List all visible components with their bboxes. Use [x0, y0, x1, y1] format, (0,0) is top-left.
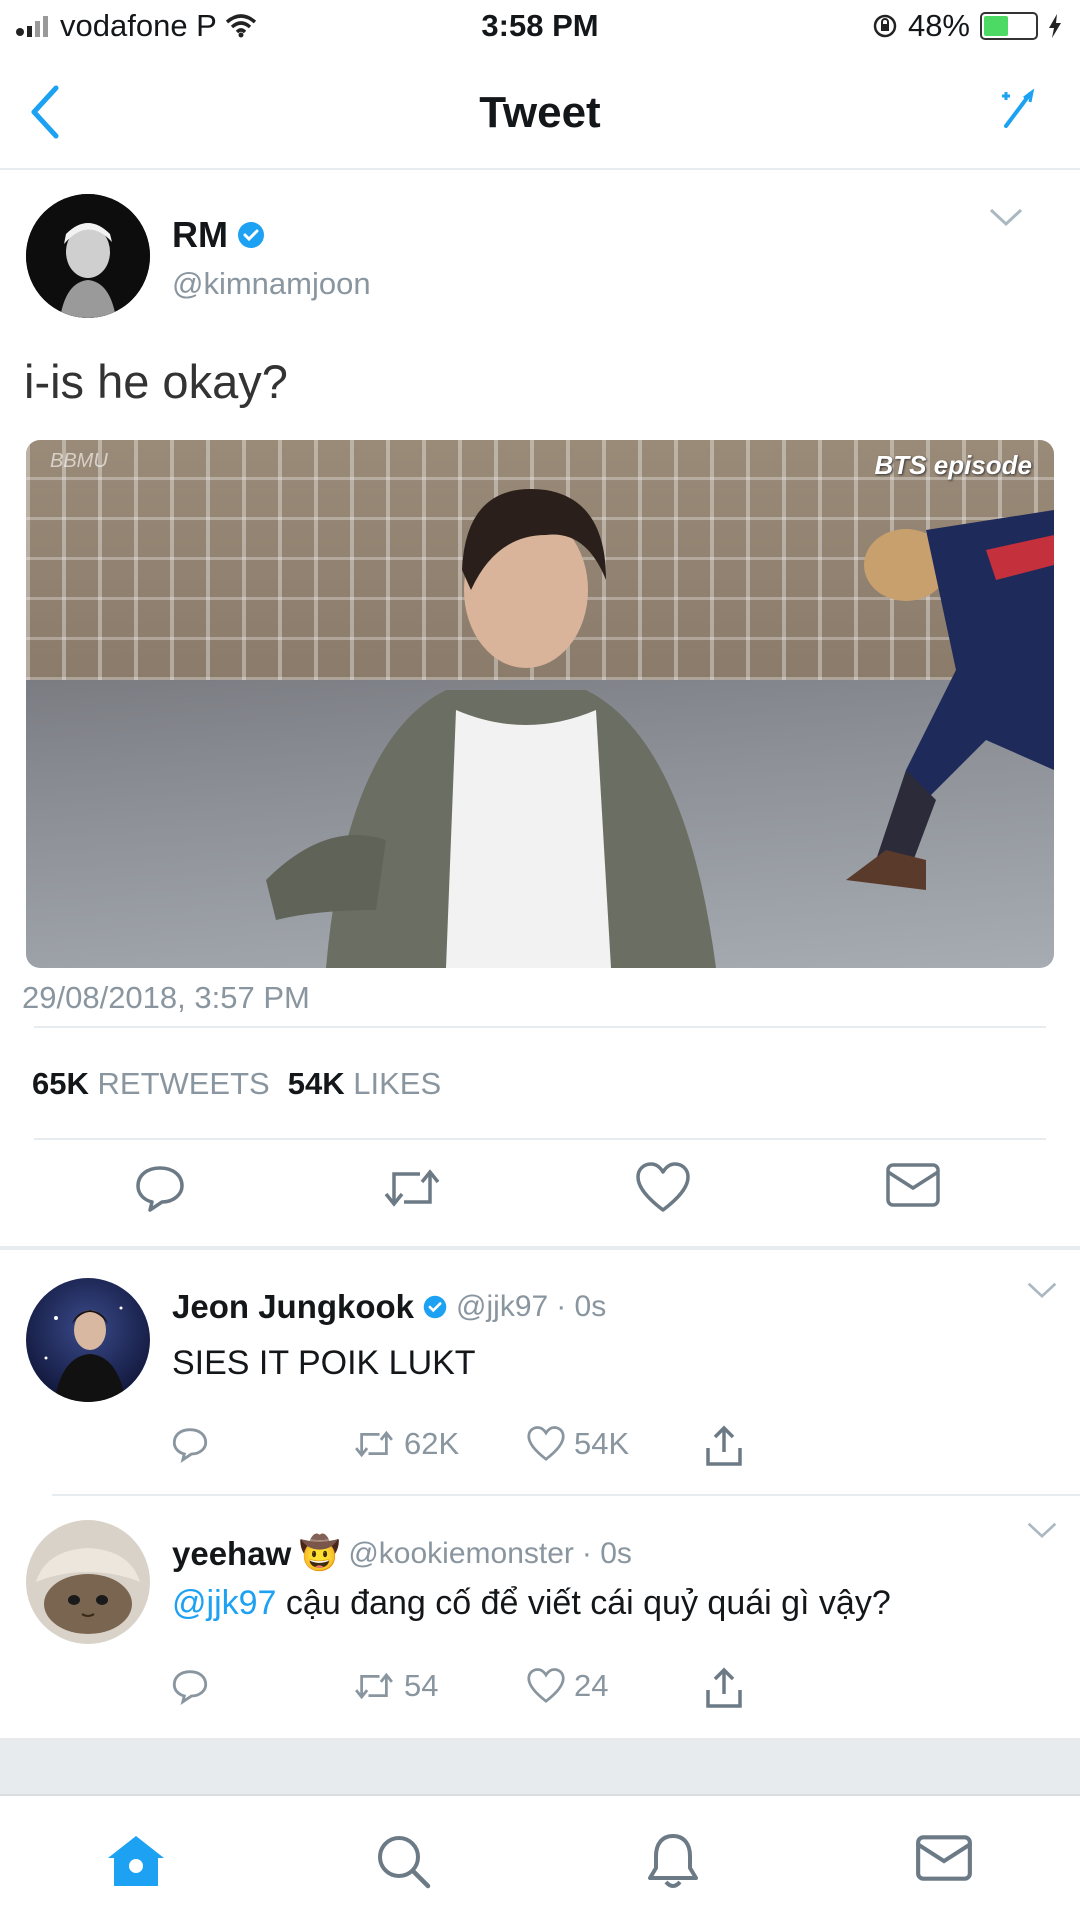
retweet-icon	[384, 1169, 440, 1207]
envelope-icon	[886, 1163, 940, 1207]
avatar-portrait	[26, 1278, 150, 1402]
reply-icon	[136, 1166, 184, 1212]
reply-actions: 62K 54K	[0, 1424, 1080, 1474]
battery-percent: 48%	[907, 8, 970, 43]
compose-icon	[1002, 88, 1035, 128]
reply-actions: 54 24	[0, 1666, 1080, 1716]
tweet-timestamp: 29/08/2018, 3:57 PM	[22, 980, 310, 1015]
reply-author-name[interactable]: yeehaw	[172, 1535, 291, 1573]
like-count: 54K	[574, 1426, 630, 1461]
tab-messages[interactable]	[914, 1832, 974, 1884]
avatar-portrait	[26, 1520, 150, 1644]
heart-icon	[527, 1426, 565, 1461]
tweet-options-button[interactable]	[988, 206, 1024, 228]
search-icon	[378, 1836, 431, 1889]
chevron-down-icon	[1027, 1522, 1057, 1539]
reply-author-handle[interactable]: @kookiemonster	[348, 1537, 574, 1571]
share-icon	[706, 1667, 742, 1708]
like-button[interactable]: 24	[526, 1666, 608, 1706]
reply-icon	[172, 1428, 208, 1463]
charging-icon	[1049, 14, 1061, 38]
reply-text: @jjk97 cậu đang cố để viết cái quỷ quái …	[172, 1584, 891, 1623]
retweets-stat[interactable]: 65K RETWEETS	[32, 1066, 270, 1102]
like-button[interactable]: 54K	[526, 1424, 629, 1464]
status-bar: vodafone P 3:58 PM 48%	[0, 0, 1080, 56]
reply-text-body: cậu đang cố để viết cái quỷ quái gì vậy?	[285, 1584, 891, 1622]
likes-stat[interactable]: 54K LIKES	[288, 1066, 441, 1102]
reply-avatar[interactable]	[26, 1520, 150, 1644]
share-icon	[706, 1425, 742, 1466]
reply-time: · 0s	[556, 1290, 607, 1323]
tweet-stats: 65K RETWEETS 54K LIKES	[32, 1066, 441, 1102]
likes-label: LIKES	[353, 1066, 442, 1101]
like-button[interactable]	[634, 1160, 692, 1216]
reply-text: SIES IT POIK LUKT	[172, 1344, 476, 1382]
chevron-down-icon	[989, 208, 1023, 227]
share-button[interactable]	[702, 1666, 746, 1710]
direct-message-button[interactable]	[884, 1160, 942, 1210]
retweets-label: RETWEETS	[97, 1066, 270, 1101]
tab-home[interactable]	[104, 1832, 168, 1888]
section-divider	[0, 1246, 1080, 1250]
status-right: 48%	[872, 8, 1062, 44]
tab-search[interactable]	[374, 1832, 432, 1890]
reply-time: · 0s	[581, 1536, 632, 1570]
like-count: 24	[574, 1668, 609, 1703]
battery-icon	[980, 12, 1038, 40]
bottom-tab-bar	[0, 1794, 1080, 1922]
verified-badge-icon	[423, 1295, 447, 1319]
author-name-row: RM	[172, 214, 266, 256]
envelope-icon	[916, 1835, 972, 1881]
retweet-button[interactable]: 54	[352, 1666, 438, 1706]
likes-count: 54K	[287, 1066, 345, 1101]
divider	[34, 1138, 1046, 1140]
reply-header: Jeon Jungkook @jjk97 · 0s	[172, 1288, 606, 1326]
media-watermark-right: BTS episode	[874, 450, 1032, 480]
retweet-button[interactable]	[380, 1160, 444, 1216]
battery-fill	[984, 16, 1008, 36]
retweet-count: 62K	[404, 1426, 460, 1461]
author-avatar[interactable]	[26, 194, 150, 318]
media-figures	[266, 489, 1054, 968]
retweets-count: 65K	[32, 1066, 89, 1101]
share-button[interactable]	[702, 1424, 746, 1468]
compose-button[interactable]	[996, 88, 1040, 132]
author-name[interactable]: RM	[172, 214, 228, 256]
reply-button[interactable]	[170, 1666, 210, 1706]
mention-link[interactable]: @jjk97	[172, 1584, 276, 1622]
tab-notifications[interactable]	[644, 1832, 702, 1892]
verified-badge-icon	[238, 222, 264, 248]
reply-button[interactable]	[132, 1160, 188, 1216]
page-title: Tweet	[479, 88, 601, 137]
divider	[34, 1026, 1046, 1028]
retweet-count: 54	[404, 1668, 439, 1703]
home-icon	[108, 1836, 164, 1886]
tweet-text: i-is he okay?	[24, 355, 288, 408]
divider	[52, 1494, 1080, 1496]
retweet-button[interactable]: 62K	[352, 1424, 459, 1464]
cowboy-emoji: 🤠	[299, 1534, 341, 1571]
avatar-portrait	[26, 194, 150, 318]
reply-options-button[interactable]	[1026, 1280, 1058, 1300]
tweet-media-image[interactable]: BBMU BTS episode	[26, 440, 1054, 968]
reply-header: yeehaw 🤠 @kookiemonster · 0s	[172, 1534, 632, 1573]
heart-icon	[527, 1668, 565, 1703]
content-end-band	[0, 1738, 1080, 1794]
chevron-down-icon	[1027, 1282, 1057, 1299]
navigation-bar: Tweet	[0, 60, 1080, 170]
author-handle[interactable]: @kimnamjoon	[172, 266, 371, 302]
orientation-lock-icon	[873, 14, 897, 38]
retweet-icon	[355, 1672, 393, 1700]
media-watermark-left: BBMU	[50, 450, 108, 472]
retweet-icon	[355, 1430, 393, 1458]
reply-icon	[172, 1670, 208, 1705]
bell-icon	[648, 1834, 698, 1888]
reply-button[interactable]	[170, 1424, 210, 1464]
reply-avatar[interactable]	[26, 1278, 150, 1402]
reply-author-handle[interactable]: @jjk97	[456, 1290, 548, 1324]
reply-options-button[interactable]	[1026, 1520, 1058, 1540]
reply-author-name[interactable]: Jeon Jungkook	[172, 1288, 414, 1326]
heart-icon	[636, 1162, 690, 1212]
